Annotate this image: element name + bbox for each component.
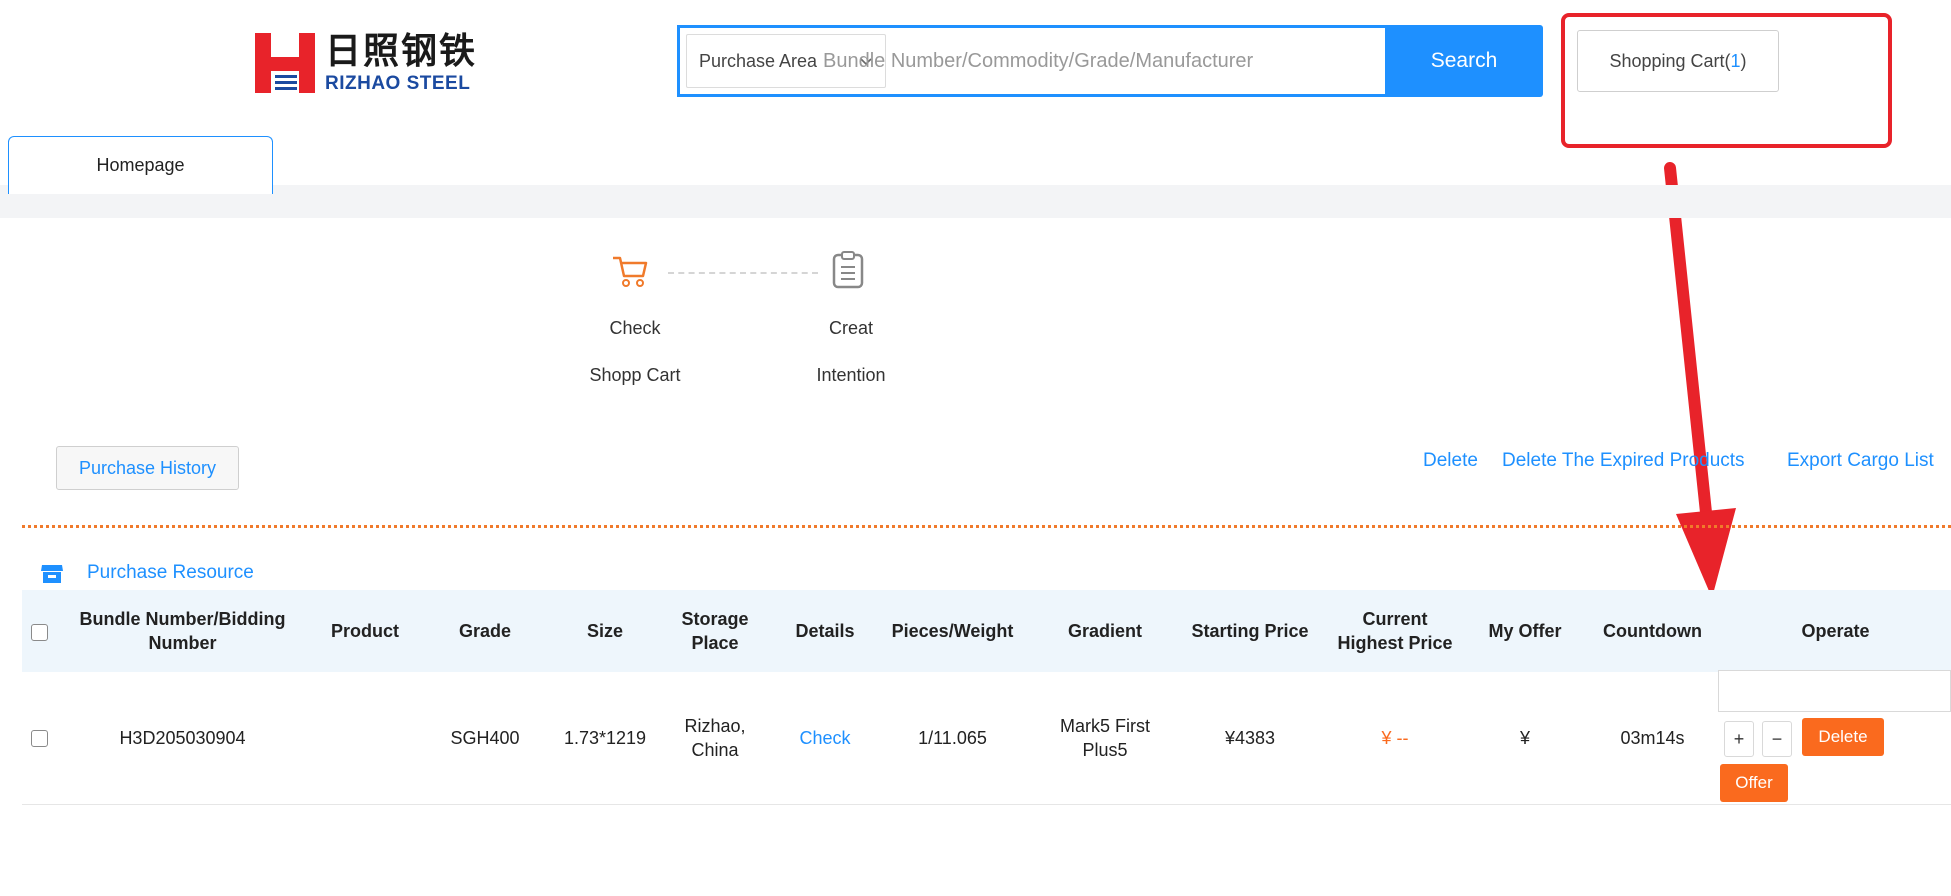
th-my-offer: My Offer: [1488, 620, 1562, 641]
step-check-cart-line2: Shopp Cart: [589, 365, 681, 385]
section-divider: [22, 525, 1951, 528]
th-current-line2: Highest Price: [1337, 633, 1453, 653]
th-storage-place: Storage Place: [665, 590, 765, 672]
logo-english-name: RIZHAO STEEL: [325, 72, 471, 94]
cell-gradient-line1: Mark5 First: [1060, 715, 1150, 736]
purchase-resource-label: Purchase Resource: [87, 562, 254, 583]
cell-bundle-number: H3D205030904: [119, 727, 246, 748]
th-countdown: Countdown: [1603, 620, 1702, 641]
th-current-line1: Current: [1362, 608, 1428, 629]
cart-icon: [613, 256, 648, 287]
cell-gradient: Mark5 First Plus5: [1045, 672, 1165, 804]
cell-gradient-line2: Plus5: [1082, 740, 1128, 760]
rizhao-logo-mark-icon: [255, 33, 315, 93]
select-all-checkbox[interactable]: [31, 624, 48, 641]
rizhao-steel-logo[interactable]: 日照钢铁 RIZHAO STEEL: [255, 28, 477, 98]
th-product: Product: [330, 620, 399, 641]
row-checkbox[interactable]: [31, 730, 48, 747]
logo-chinese-name: 日照钢铁: [325, 30, 478, 72]
th-bundle-line2: Number: [148, 633, 217, 653]
increase-offer-button[interactable]: +: [1724, 721, 1754, 757]
export-cargo-list-link[interactable]: Export Cargo List: [1787, 450, 1934, 472]
cell-storage-line1: Rizhao,: [684, 715, 746, 736]
step-connector: [668, 272, 818, 274]
purchase-area-select-label: Purchase Area: [699, 51, 818, 71]
row-separator: [22, 804, 1951, 805]
offer-button[interactable]: Offer: [1720, 764, 1788, 802]
cell-my-offer: ¥: [1519, 727, 1530, 748]
step-check-cart-line1: Check: [609, 318, 661, 338]
annotation-arrow-icon: [1664, 162, 1736, 598]
th-starting-price: Starting Price: [1191, 620, 1309, 641]
th-pieces-weight: Pieces/Weight: [891, 620, 1014, 641]
delete-expired-link[interactable]: Delete The Expired Products: [1502, 450, 1745, 472]
cell-storage-place: Rizhao, China: [665, 672, 765, 804]
cell-storage-line2: China: [691, 740, 739, 760]
offer-amount-input[interactable]: [1718, 670, 1951, 712]
cell-product: [315, 672, 415, 804]
store-icon: [41, 565, 63, 583]
search-button[interactable]: Search: [1385, 25, 1543, 97]
search-bar: Purchase Area Bundle Number/Commodity/Gr…: [677, 25, 1543, 97]
th-grade: Grade: [458, 620, 512, 641]
decrease-offer-button[interactable]: −: [1762, 721, 1792, 757]
step-check-cart: Check Shopp Cart: [570, 318, 700, 386]
th-size: Size: [586, 620, 624, 641]
purchase-history-button[interactable]: Purchase History: [56, 446, 239, 490]
cell-pieces-weight: 1/11.065: [918, 727, 987, 748]
tab-bar: [0, 185, 1951, 218]
delete-link[interactable]: Delete: [1423, 450, 1478, 472]
step-create-intention-line2: Intention: [816, 365, 886, 385]
cell-starting-price: ¥4383: [1224, 727, 1276, 748]
delete-row-button[interactable]: Delete: [1802, 718, 1884, 756]
cell-countdown: 03m14s: [1620, 727, 1685, 748]
cell-grade: SGH400: [450, 727, 520, 748]
step-create-intention-line1: Creat: [828, 318, 873, 338]
th-details: Details: [795, 620, 855, 641]
th-current-highest-price: Current Highest Price: [1325, 590, 1465, 672]
th-operate: Operate: [1801, 620, 1870, 641]
step-create-intention: Creat Intention: [786, 318, 916, 386]
cell-size: 1.73*1219: [563, 727, 647, 748]
clipboard-icon: [832, 251, 864, 289]
th-gradient: Gradient: [1067, 620, 1142, 641]
tab-homepage[interactable]: Homepage: [8, 136, 273, 194]
search-box: Purchase Area Bundle Number/Commodity/Gr…: [677, 25, 1385, 97]
th-bundle-line1: Bundle Number/Bidding: [79, 608, 286, 629]
th-bundle-number: Bundle Number/Bidding Number: [60, 590, 305, 672]
details-check-link[interactable]: Check: [775, 672, 875, 804]
search-input[interactable]: Bundle Number/Commodity/Grade/Manufactur…: [823, 34, 1253, 88]
th-storage-line2: Place: [691, 633, 739, 653]
highlight-box: [1561, 13, 1892, 148]
cell-current-highest-price: ¥ --: [1381, 727, 1409, 748]
th-storage-line1: Storage: [681, 608, 749, 629]
